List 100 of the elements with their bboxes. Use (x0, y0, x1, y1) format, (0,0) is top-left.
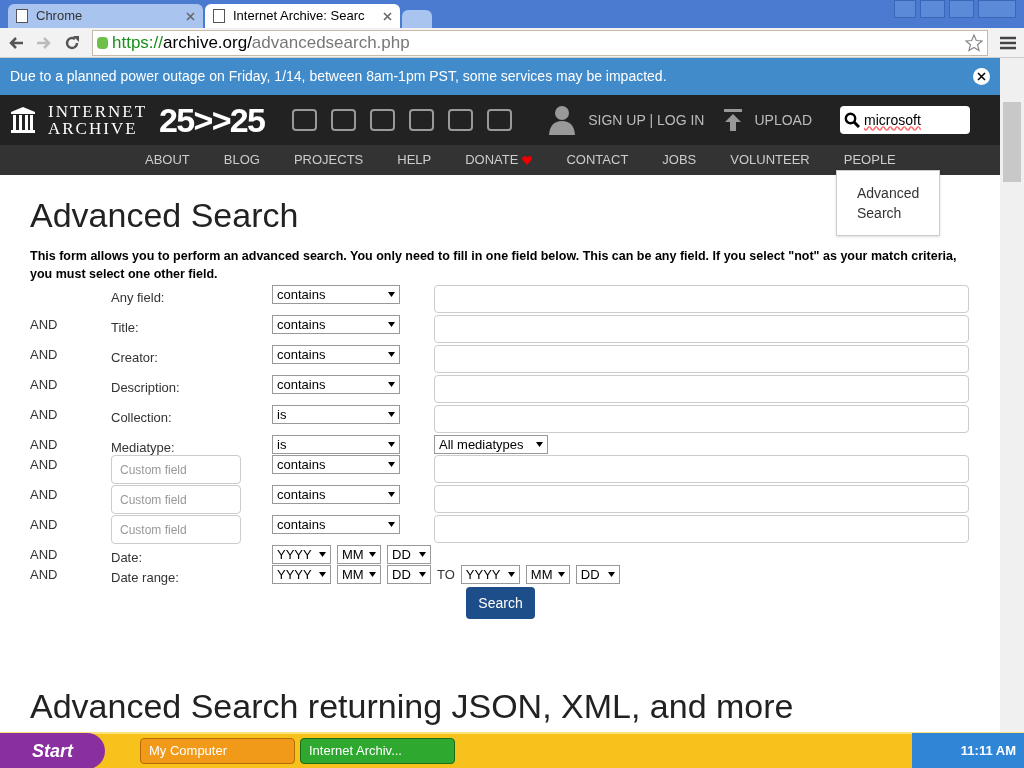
connector-label: AND (30, 566, 59, 584)
caret-icon (388, 492, 395, 497)
browser-tab[interactable]: Internet Archive: Searc (205, 4, 400, 28)
select-dropdown[interactable]: contains (272, 485, 400, 504)
select-dropdown[interactable]: is (272, 435, 400, 454)
connector-label: AND (30, 316, 59, 334)
caret-icon (319, 572, 326, 578)
select-dropdown[interactable]: contains (272, 515, 400, 534)
to-label: TO (437, 566, 455, 584)
page-icon (213, 9, 225, 23)
select-dropdown[interactable]: All mediatypes (434, 435, 548, 454)
nav-link[interactable]: HELP (397, 150, 432, 170)
search-icon (844, 112, 860, 129)
start-button[interactable]: Start (0, 733, 105, 768)
connector-label: AND (30, 456, 59, 474)
select-dropdown[interactable]: DD (575, 565, 620, 585)
field-label: Creator: (111, 350, 158, 365)
nav-link[interactable]: BLOG (223, 150, 260, 170)
select-dropdown[interactable]: DD (387, 545, 431, 564)
field-label: Any field: (111, 290, 165, 305)
star-icon[interactable] (965, 33, 983, 52)
address-bar[interactable]: https://archive.org/advancedsearch.php (92, 29, 988, 56)
caret-icon (388, 352, 395, 357)
custom-field-input[interactable]: Custom field (111, 485, 241, 514)
anniversary-logo[interactable]: 25>>25 (159, 94, 265, 146)
menu-icon[interactable] (1000, 35, 1016, 50)
account-link[interactable]: SIGN UP | LOG IN (588, 109, 705, 131)
close-icon[interactable] (973, 68, 990, 85)
page-title: Advanced Search (30, 195, 299, 235)
nav-link[interactable]: ABOUT (145, 150, 190, 170)
page-icon (16, 9, 28, 23)
advanced-search-link[interactable]: Advanced Search (857, 183, 919, 223)
nav-link[interactable]: PROJECTS (293, 150, 364, 170)
upload-link[interactable]: UPLOAD (754, 109, 812, 131)
browser-tab[interactable]: Chrome (8, 4, 203, 28)
scrollbar[interactable] (1000, 58, 1024, 732)
text-input[interactable] (434, 515, 969, 543)
connector-label: AND (30, 436, 59, 454)
caret-icon (507, 572, 515, 578)
nav-link[interactable]: JOBS (662, 150, 697, 170)
search-field[interactable]: microsoft (840, 106, 970, 135)
text-input[interactable] (434, 315, 969, 343)
notice-text: Due to a planned power outage on Friday, 1/14, between 8am-1pm PST, some services may be impacted. (10, 67, 668, 86)
select-dropdown[interactable]: YYYY (272, 545, 331, 564)
text-input[interactable] (434, 455, 969, 483)
select-dropdown[interactable]: YYYY (272, 565, 331, 585)
select-dropdown[interactable]: contains (272, 345, 400, 364)
select-dropdown[interactable]: MM (337, 545, 381, 564)
text-input[interactable] (434, 375, 969, 403)
site-logo[interactable]: INTERNET ARCHIVE (48, 103, 148, 138)
nav-link[interactable]: DONATE (465, 150, 533, 170)
caret-icon (388, 412, 395, 417)
new-tab-button[interactable] (402, 10, 432, 28)
text-input[interactable] (434, 285, 969, 313)
nav-link[interactable]: PEOPLE (843, 150, 896, 170)
select-dropdown[interactable]: is (272, 405, 400, 424)
text-input[interactable] (434, 405, 969, 433)
custom-field-input[interactable]: Custom field (111, 515, 241, 544)
caret-icon (388, 292, 395, 297)
field-label: Mediatype: (111, 440, 175, 455)
search-button[interactable]: Search (466, 587, 535, 619)
connector-label: AND (30, 516, 59, 534)
custom-field-input[interactable]: Custom field (111, 455, 241, 484)
minimize-button[interactable] (920, 0, 945, 18)
caret-icon (388, 382, 395, 387)
connector-label: AND (30, 406, 59, 424)
section-title: Advanced Search returning JSON, XML, and more (30, 686, 795, 727)
caret-icon (369, 572, 376, 578)
select-dropdown[interactable]: contains (272, 455, 400, 474)
select-dropdown[interactable]: contains (272, 285, 400, 304)
connector-label: AND (30, 486, 59, 504)
reload-icon[interactable] (64, 34, 80, 51)
caret-icon (369, 552, 376, 557)
back-icon[interactable] (8, 35, 24, 50)
connector-label: AND (30, 546, 59, 564)
caret-icon (388, 442, 395, 447)
person-icon[interactable] (548, 105, 577, 136)
text-input[interactable] (434, 485, 969, 513)
field-label: Title: (111, 320, 139, 335)
caret-icon (388, 462, 395, 467)
heart-icon (522, 156, 533, 166)
field-label: Description: (111, 380, 180, 395)
select-dropdown[interactable]: MM (525, 565, 570, 585)
select-dropdown[interactable]: YYYY (460, 565, 520, 585)
upload-icon[interactable] (724, 109, 743, 132)
select-dropdown[interactable]: DD (387, 565, 431, 585)
clock: 11:11 AM (960, 742, 1016, 761)
select-dropdown[interactable]: contains (272, 315, 400, 334)
close-button[interactable] (978, 0, 1016, 18)
select-dropdown[interactable]: MM (337, 565, 381, 585)
text-input[interactable] (434, 345, 969, 373)
maximize-button[interactable] (949, 0, 974, 18)
forward-icon[interactable] (36, 35, 52, 50)
caret-icon (388, 522, 395, 527)
select-dropdown[interactable]: contains (272, 375, 400, 394)
caret-icon (607, 572, 615, 578)
caret-icon (557, 572, 565, 578)
nav-link[interactable]: VOLUNTEER (730, 150, 810, 170)
nav-link[interactable]: CONTACT (566, 150, 629, 170)
field-label: Collection: (111, 410, 172, 425)
